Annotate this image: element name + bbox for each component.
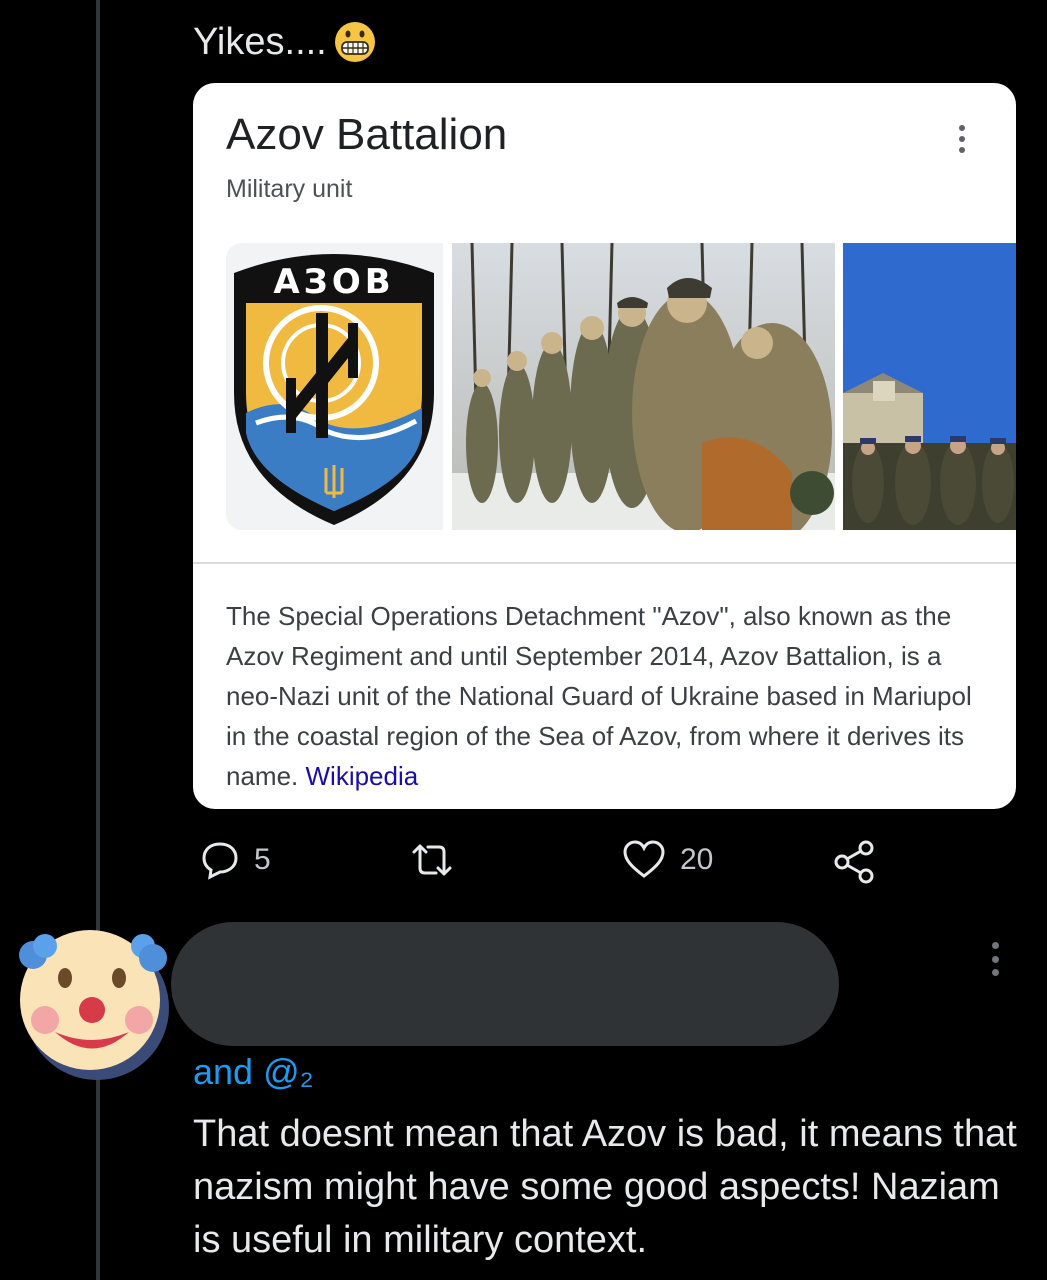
knowledge-card[interactable]: Azov Battalion Military unit АЗОВ The Sp… [193, 83, 1016, 809]
photo-soldiers-image [452, 243, 835, 530]
reply-text: That doesnt mean that Azov is bad, it me… [193, 1113, 1017, 1261]
tweet-text: Yikes.... [193, 18, 377, 66]
tweet-actions: 5 20 [200, 840, 900, 884]
reply-button[interactable]: 5 [200, 840, 271, 880]
retweet-icon [412, 844, 452, 876]
clown-face-avatar[interactable] [15, 930, 170, 1080]
replying-to[interactable]: and @₂ [193, 1050, 314, 1094]
wikipedia-link[interactable]: Wikipedia [306, 761, 419, 791]
emblem-text: АЗОВ [273, 262, 394, 302]
card-title: Azov Battalion [226, 110, 508, 159]
tweet-text-content: Yikes.... [193, 21, 327, 63]
emblem-image[interactable]: АЗОВ [226, 243, 443, 530]
thread-line [96, 0, 100, 935]
share-button[interactable] [832, 840, 876, 884]
card-divider [193, 562, 1016, 564]
like-button[interactable]: 20 [622, 840, 713, 880]
more-vert-icon[interactable] [989, 942, 1001, 976]
like-count: 20 [680, 843, 714, 876]
soldiers-photo[interactable] [452, 243, 835, 530]
parade-photo[interactable] [843, 243, 1016, 530]
card-subtitle: Military unit [226, 175, 353, 203]
share-icon [834, 840, 874, 884]
card-description: The Special Operations Detachment "Azov"… [226, 596, 996, 796]
thread-line [96, 1072, 100, 1280]
like-icon [623, 840, 665, 878]
photo-parade-image [843, 243, 1016, 530]
more-vert-icon[interactable] [956, 125, 968, 153]
retweet-button[interactable] [408, 840, 470, 880]
reply-count: 5 [254, 843, 271, 876]
azov-emblem-icon: АЗОВ [234, 254, 434, 525]
reply-icon [202, 842, 238, 880]
redacted-username [171, 922, 839, 1046]
grimacing-face-emoji [334, 22, 375, 62]
